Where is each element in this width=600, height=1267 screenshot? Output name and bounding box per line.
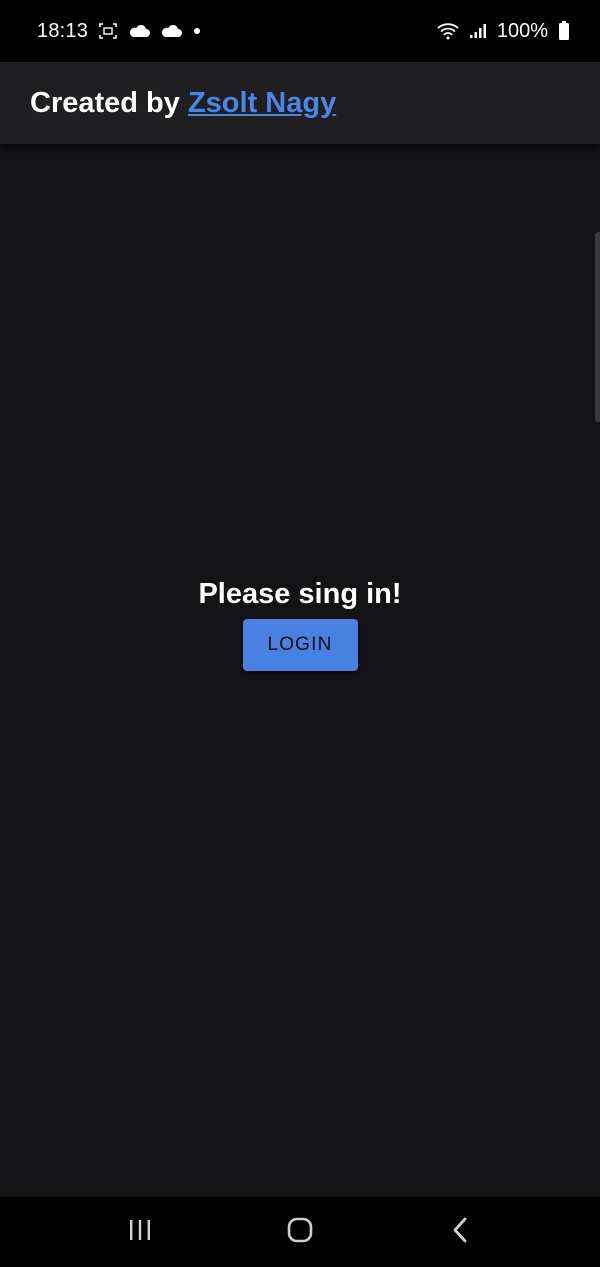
status-left: 18:13 <box>37 19 201 43</box>
cloud-icon <box>128 24 151 38</box>
status-time: 18:13 <box>37 19 89 42</box>
recent-apps-icon <box>127 1218 153 1247</box>
status-right: 100% <box>437 20 570 43</box>
cloud-icon <box>160 24 183 38</box>
screenshot-icon <box>98 22 118 40</box>
home-button[interactable] <box>260 1202 340 1262</box>
sign-in-prompt: Please sing in! <box>198 578 402 610</box>
battery-percent: 100% <box>496 19 548 42</box>
signal-icon <box>469 23 487 39</box>
scrollbar[interactable] <box>595 232 600 422</box>
home-icon <box>286 1216 314 1249</box>
back-button[interactable] <box>420 1202 500 1262</box>
app-screen: 18:13 100% Created by Zsolt Nagy Please … <box>0 0 600 1267</box>
login-button[interactable]: LOGIN <box>242 619 358 671</box>
back-icon <box>450 1216 470 1249</box>
status-bar: 18:13 100% <box>0 0 600 62</box>
header-prefix-text: Created by <box>30 86 188 119</box>
author-link[interactable]: Zsolt Nagy <box>188 87 336 120</box>
wifi-icon <box>437 22 459 40</box>
battery-icon <box>558 21 570 41</box>
notification-dot-icon <box>194 28 201 34</box>
recent-apps-button[interactable] <box>100 1202 180 1262</box>
login-panel: Please sing in! LOGIN <box>0 578 600 671</box>
navigation-bar <box>0 1197 600 1267</box>
app-header: Created by Zsolt Nagy <box>0 62 600 144</box>
